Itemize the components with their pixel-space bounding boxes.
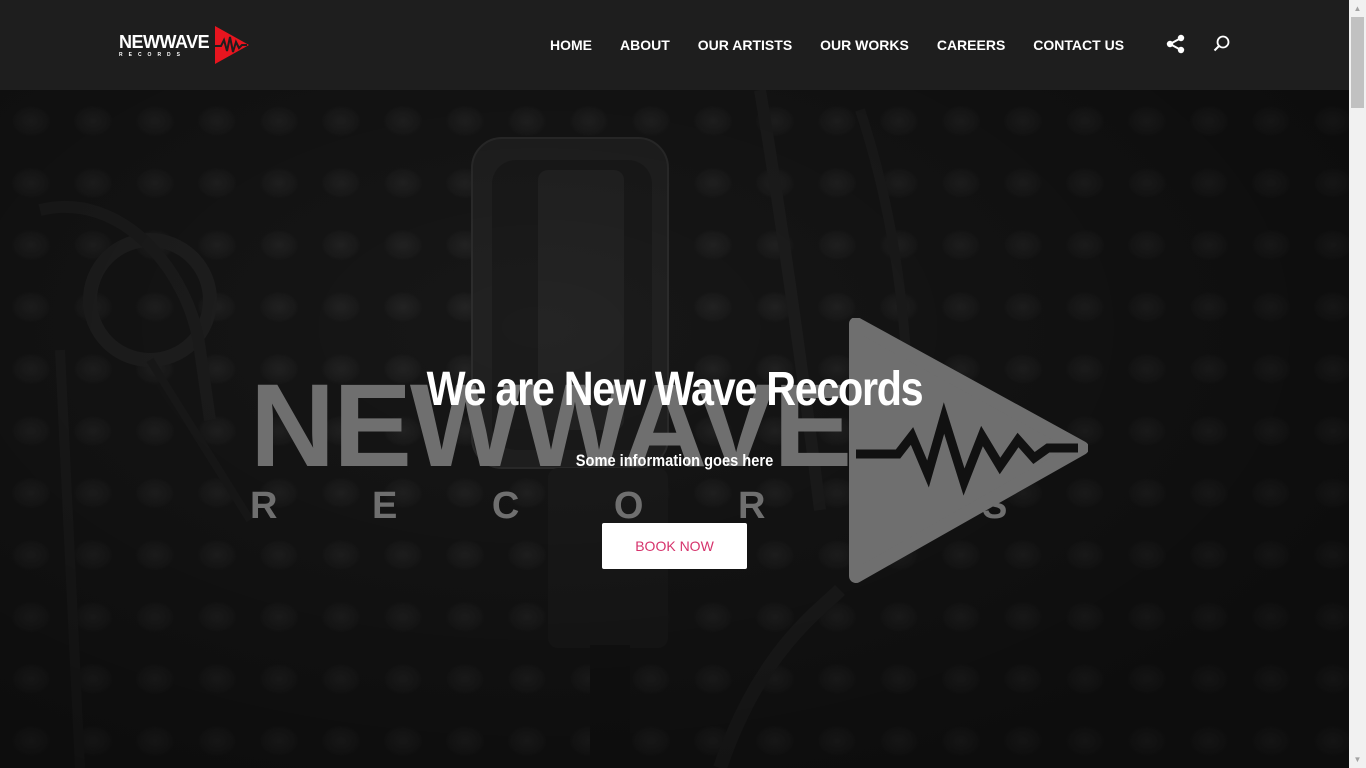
play-wave-logo-icon: [213, 26, 250, 64]
main-nav: HOME ABOUT OUR ARTISTS OUR WORKS CAREERS…: [536, 0, 1138, 90]
nav-home[interactable]: HOME: [536, 37, 606, 53]
nav-our-works[interactable]: OUR WORKS: [806, 37, 923, 53]
nav-our-artists[interactable]: OUR ARTISTS: [684, 37, 806, 53]
site-header: NEWWAVE RECORDS HOME ABOUT OUR ARTISTS O…: [0, 0, 1349, 90]
search-icon[interactable]: [1211, 33, 1233, 55]
page-scrollbar[interactable]: ▲ ▼: [1349, 0, 1366, 768]
hero-title: We are New Wave Records: [426, 363, 924, 416]
hero-section: NEWWAVE R E C O R D S We are New Wave Re…: [0, 90, 1349, 768]
brand-tagline: RECORDS: [119, 51, 187, 58]
nav-careers[interactable]: CAREERS: [923, 37, 1019, 53]
brand-name: NEWWAVE: [119, 31, 210, 52]
page: NEWWAVE RECORDS HOME ABOUT OUR ARTISTS O…: [0, 0, 1366, 768]
scroll-thumb[interactable]: [1351, 17, 1364, 108]
scroll-down-arrow-icon[interactable]: ▼: [1349, 751, 1366, 768]
hero-subtitle: Some information goes here: [575, 451, 774, 470]
brand-logo[interactable]: NEWWAVE RECORDS: [119, 24, 253, 66]
scroll-up-arrow-icon[interactable]: ▲: [1349, 0, 1366, 17]
share-icon[interactable]: [1165, 33, 1187, 55]
book-now-button[interactable]: BOOK NOW: [602, 523, 747, 569]
nav-about[interactable]: ABOUT: [606, 37, 684, 53]
nav-contact-us[interactable]: CONTACT US: [1019, 37, 1138, 53]
